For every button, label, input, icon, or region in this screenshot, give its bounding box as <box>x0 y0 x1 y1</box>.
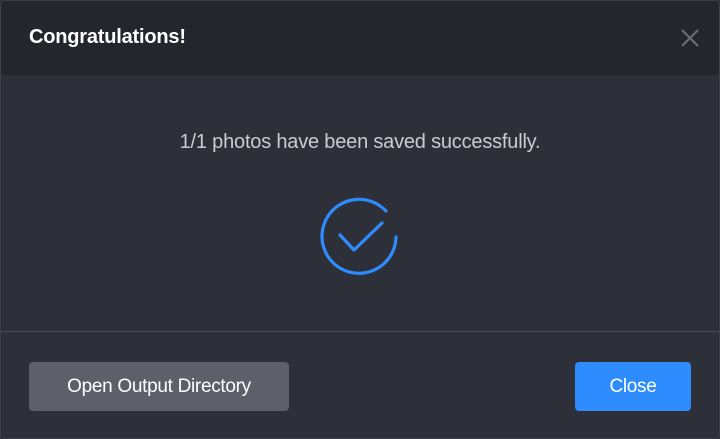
dialog-titlebar: Congratulations! <box>1 1 719 75</box>
close-icon[interactable] <box>681 29 699 47</box>
dialog-title: Congratulations! <box>29 26 186 48</box>
open-output-directory-button[interactable]: Open Output Directory <box>29 362 289 411</box>
success-message: 1/1 photos have been saved successfully. <box>179 131 541 153</box>
check-circle-icon <box>320 197 400 277</box>
dialog-body: 1/1 photos have been saved successfully. <box>1 75 719 331</box>
footer-divider <box>1 331 719 332</box>
success-dialog: Congratulations! 1/1 photos have been sa… <box>0 0 720 439</box>
close-button[interactable]: Close <box>575 362 691 411</box>
